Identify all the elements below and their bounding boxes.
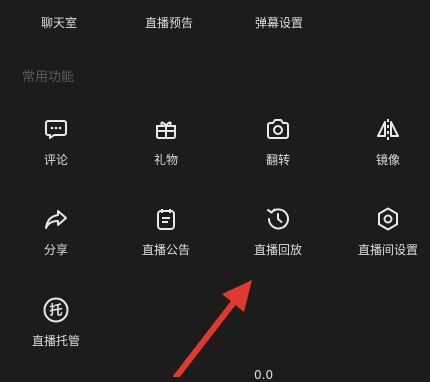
share-button[interactable]: 分享 [1,205,111,275]
camera-flip-icon [264,115,292,143]
live-settings-panel: 聊天室 直播预告 弹幕设置 常用功能 评论 礼物 翻转 镜像 分享 直播公告 直… [0,0,430,382]
flip-camera-button[interactable]: 翻转 [223,115,333,185]
flip-label: 翻转 [265,153,290,167]
live-preview-button[interactable]: 直播预告 [114,8,224,36]
hosting-icon-glyph: 托 [49,303,62,319]
live-preview-label: 直播预告 [144,15,193,30]
live-hosting-button[interactable]: 托 直播托管 [1,296,111,366]
chat-room-label: 聊天室 [40,15,77,30]
live-replay-button[interactable]: 直播回放 [223,205,333,275]
red-arrow-annotation [173,280,252,377]
live-replay-label: 直播回放 [253,243,302,257]
replay-icon [264,205,292,233]
live-announcement-button[interactable]: 直播公告 [111,205,221,275]
live-room-settings-button[interactable]: 直播间设置 [333,205,430,275]
live-announcement-label: 直播公告 [141,243,190,257]
gift-button[interactable]: 礼物 [111,115,221,185]
gift-icon [152,115,180,143]
gift-label: 礼物 [153,153,178,167]
hosting-icon: 托 [42,296,70,324]
danmaku-settings-label: 弹幕设置 [254,15,303,30]
share-label: 分享 [43,243,68,257]
danmaku-settings-button[interactable]: 弹幕设置 [224,8,334,36]
mirror-button[interactable]: 镜像 [333,115,430,185]
section-title-common-functions: 常用功能 [22,70,75,85]
live-room-settings-label: 直播间设置 [357,243,418,257]
comment-label: 评论 [43,153,68,167]
comment-button[interactable]: 评论 [1,115,111,185]
mirror-icon [374,115,402,143]
share-icon [42,205,70,233]
live-hosting-label: 直播托管 [31,334,80,348]
mirror-label: 镜像 [375,153,400,167]
comment-icon [42,115,70,143]
chat-room-button[interactable]: 聊天室 [4,8,114,36]
bottom-partial-text: 0.0 [254,368,274,382]
announcement-icon [152,205,180,233]
settings-icon [374,205,402,233]
